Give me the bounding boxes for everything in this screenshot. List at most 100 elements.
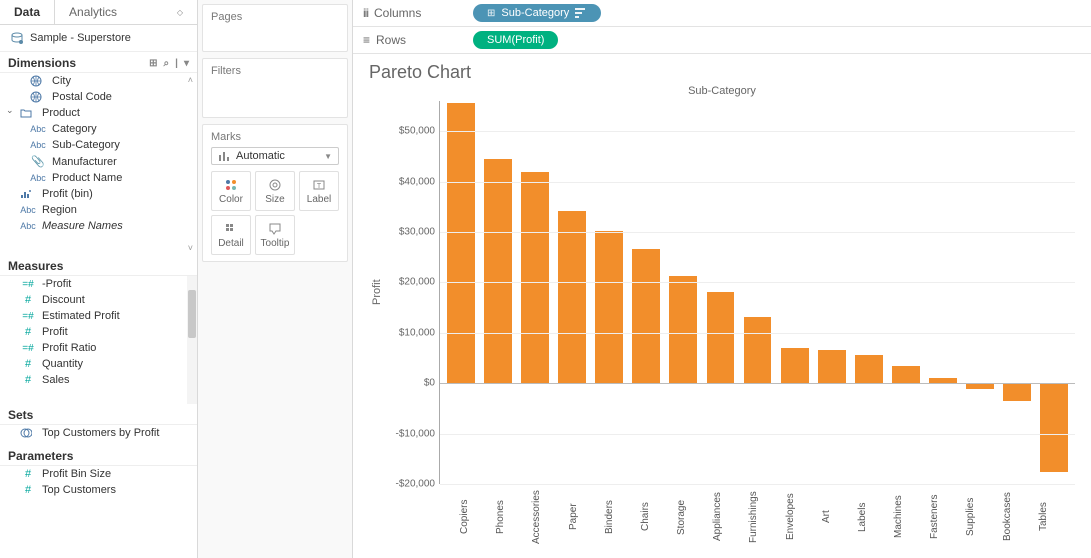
bar-envelopes[interactable] [781,348,809,383]
x-tick-label: Appliances [712,484,745,554]
detail-icon [224,222,238,236]
grid-line [440,333,1075,334]
x-tick-label: Supplies [965,484,998,554]
data-source-row[interactable]: Sample - Superstore [0,25,197,52]
field-top-customers-by-profit[interactable]: Top Customers by Profit [0,425,197,441]
field-label: Sales [42,374,70,386]
field-region[interactable]: AbcRegion [0,202,197,218]
mark-label-button[interactable]: T Label [299,171,339,211]
field-product-name[interactable]: AbcProduct Name [0,170,197,186]
bar-accessories[interactable] [521,172,549,383]
bar-mark-icon [218,150,230,162]
y-tick-label: -$10,000 [396,428,435,439]
field-quantity[interactable]: #Quantity [0,356,197,372]
bar-chairs[interactable] [632,249,660,383]
field-postal-code[interactable]: Postal Code [0,89,197,105]
bar-binders[interactable] [595,231,623,383]
mark-type-select[interactable]: Automatic ▼ [211,147,339,165]
bar-column [629,101,663,484]
hash-icon: # [20,468,36,480]
field-label: Manufacturer [52,156,117,168]
y-tick-label: $20,000 [399,277,435,288]
sets-label: Sets [8,408,33,422]
field-sub-category[interactable]: AbcSub-Category [0,137,197,153]
mark-color-button[interactable]: Color [211,171,251,211]
bar-column [889,101,923,484]
tab-analytics[interactable]: Analytics ◇ [55,0,197,24]
field-profit-bin-[interactable]: Profit (bin) [0,186,197,202]
field-city[interactable]: City [0,73,197,89]
view-grid-icon[interactable]: ⊞ [149,58,157,69]
bar-paper[interactable] [558,211,586,383]
bar-column [518,101,552,484]
bin-icon [20,189,36,199]
bar-art[interactable] [818,350,846,383]
viz-title[interactable]: Pareto Chart [369,62,1075,83]
bar-furnishings[interactable] [744,317,772,383]
x-tick-label: Storage [676,484,709,554]
mark-tooltip-button[interactable]: Tooltip [255,215,295,255]
calc-icon: =# [20,343,36,354]
svg-text:T: T [317,183,322,190]
columns-shelf[interactable]: iii Columns ⊞ Sub-Category [353,0,1091,27]
search-icon[interactable]: ⌕ [164,58,170,69]
field--profit[interactable]: =#-Profit [0,276,197,292]
bar-machines[interactable] [892,366,920,383]
field-label: City [52,75,71,87]
field-category[interactable]: AbcCategory [0,121,197,137]
x-tick-label: Envelopes [785,484,818,554]
field-product[interactable]: Product [0,105,197,121]
calc-icon: =# [20,279,36,290]
field-label: Category [52,123,97,135]
measures-header: Measures [0,255,197,276]
columns-icon: iii [363,6,368,20]
parameters-label: Parameters [8,449,73,463]
field-label: Sub-Category [52,139,120,151]
field-profit-ratio[interactable]: =#Profit Ratio [0,340,197,356]
field-label: Top Customers [42,484,116,496]
field-profit[interactable]: # Profit [0,324,197,340]
abc-icon: Abc [20,205,36,216]
measures-list: ˄ ˅ =#-Profit#Discount=#Estimated Profit… [0,276,197,404]
rows-shelf[interactable]: ≡ Rows SUM(Profit) [353,27,1091,54]
color-icon [224,178,238,192]
bar-phones[interactable] [484,159,512,383]
filters-card[interactable]: Filters [202,58,348,118]
set-icon [20,427,36,439]
bar-column [481,101,515,484]
rows-pill-sum-profit[interactable]: SUM(Profit) [473,31,558,49]
chart-bars [440,101,1075,484]
field-measure-names[interactable]: AbcMeasure Names [0,218,197,234]
chart-region: Profit -$20,000-$10,000$0$10,000$20,000$… [369,101,1075,484]
bar-bookcases[interactable] [1003,383,1031,401]
pages-card[interactable]: Pages [202,4,348,52]
menu-caret-icon[interactable]: ▾ [184,58,189,69]
bar-copiers[interactable] [447,103,475,383]
field-top-customers[interactable]: #Top Customers [0,482,197,498]
field-label: Discount [42,294,85,306]
columns-pill-subcategory[interactable]: ⊞ Sub-Category [473,4,601,22]
hash-icon: # [20,326,36,338]
bar-appliances[interactable] [707,292,735,383]
tab-data[interactable]: Data [0,0,55,24]
field-discount[interactable]: #Discount [0,292,197,308]
expander-icon[interactable]: ⌄ [6,105,14,116]
rows-label: Rows [376,33,406,47]
field-profit-bin-size[interactable]: #Profit Bin Size [0,466,197,482]
field-estimated-profit[interactable]: =#Estimated Profit [0,308,197,324]
field-manufacturer[interactable]: 📎Manufacturer [0,153,197,170]
scroll-down-icon[interactable]: ˅ [188,243,193,253]
bar-tables[interactable] [1040,383,1068,472]
bar-labels[interactable] [855,355,883,383]
bar-storage[interactable] [669,276,697,383]
x-tick-label: Bookcases [1002,484,1035,554]
marks-title: Marks [211,131,339,143]
sort-icon [575,8,587,18]
field-label: Profit [42,326,68,338]
chart-plot[interactable] [439,101,1075,484]
field-sales[interactable]: #Sales [0,372,197,388]
bar-column [1000,101,1034,484]
x-tick-label: Labels [857,484,890,554]
mark-size-button[interactable]: Size [255,171,295,211]
mark-detail-button[interactable]: Detail [211,215,251,255]
